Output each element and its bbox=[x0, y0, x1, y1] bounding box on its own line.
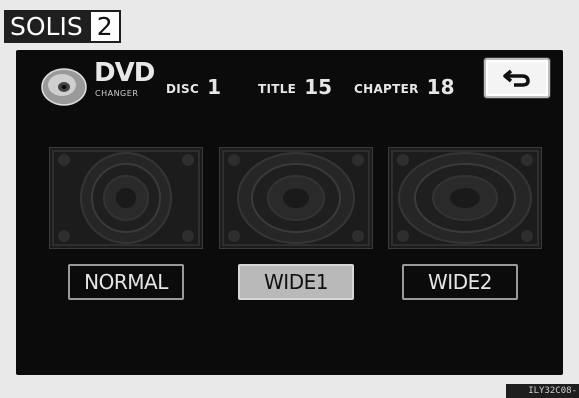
speaker-image bbox=[50, 148, 202, 248]
brand-number: 2 bbox=[88, 10, 121, 43]
disc-value: 1 bbox=[207, 75, 221, 99]
return-arrow-icon bbox=[503, 69, 530, 87]
brand-badge: SOLIS 2 bbox=[4, 10, 121, 43]
wide2-preview[interactable] bbox=[388, 147, 542, 249]
speaker-image bbox=[220, 148, 372, 248]
brand-name: SOLIS bbox=[4, 10, 89, 43]
header: DVD CHANGER DISC 1 TITLE 15 CHAPTER 18 bbox=[16, 50, 563, 120]
figure-code: ILY32C08- bbox=[506, 384, 579, 398]
header-subtitle: CHANGER bbox=[95, 89, 139, 98]
wide1-button[interactable]: WIDE1 bbox=[238, 264, 354, 300]
wide2-button[interactable]: WIDE2 bbox=[402, 264, 518, 300]
title-info: TITLE 15 bbox=[258, 74, 333, 99]
chapter-value: 18 bbox=[426, 75, 455, 99]
chapter-label: CHAPTER bbox=[354, 82, 419, 96]
title-label: TITLE bbox=[258, 82, 297, 96]
normal-preview[interactable] bbox=[49, 147, 203, 249]
disc-label: DISC bbox=[166, 82, 200, 96]
header-title: DVD bbox=[94, 58, 155, 88]
speaker-image bbox=[389, 148, 541, 248]
disc-icon bbox=[41, 68, 87, 106]
wide1-preview[interactable] bbox=[219, 147, 373, 249]
dvd-screen: DVD CHANGER DISC 1 TITLE 15 CHAPTER 18 N… bbox=[16, 50, 563, 375]
normal-button[interactable]: NORMAL bbox=[68, 264, 184, 300]
chapter-info: CHAPTER 18 bbox=[354, 74, 455, 99]
title-value: 15 bbox=[304, 75, 333, 99]
back-button[interactable] bbox=[484, 58, 550, 98]
disc-info: DISC 1 bbox=[166, 74, 221, 99]
